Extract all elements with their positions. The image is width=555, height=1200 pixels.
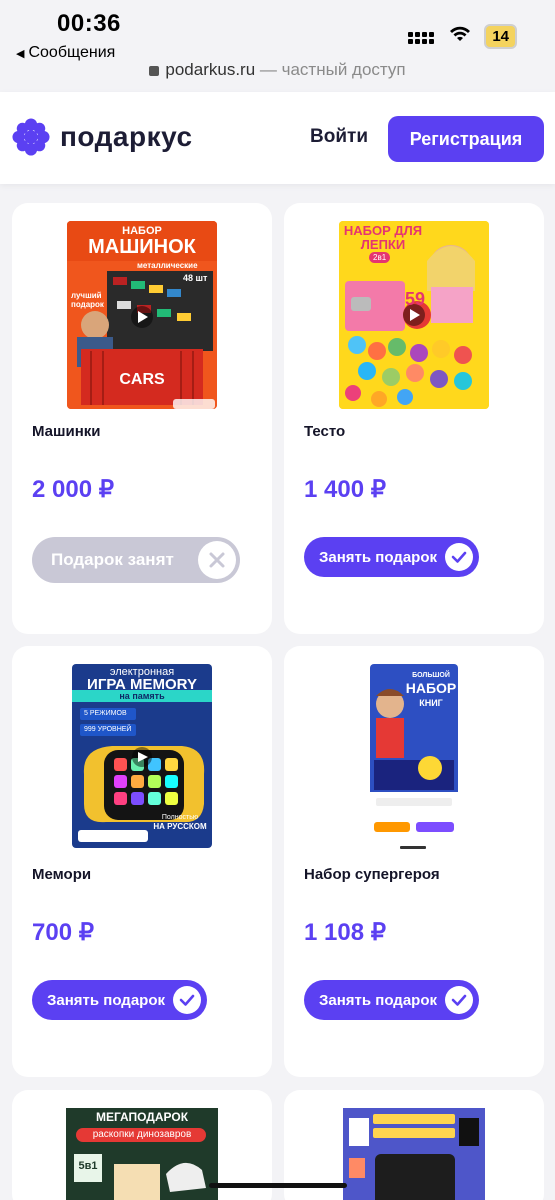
- product-title[interactable]: Тесто: [304, 423, 345, 440]
- product-image-printer[interactable]: [343, 1108, 485, 1200]
- product-image-dino[interactable]: МЕГАПОДАРОК раскопки динозавров 5в1: [66, 1108, 218, 1200]
- wifi-icon: [448, 25, 472, 48]
- photo-caption: CARS: [119, 371, 165, 388]
- logo-mark-icon: [12, 118, 50, 156]
- photo-caption: МЕГАПОДАРОК: [95, 1110, 189, 1124]
- product-price: 1 400 ₽: [304, 476, 386, 503]
- back-arrow-icon: ◀: [16, 47, 25, 60]
- url-suffix: — частный доступ: [255, 60, 406, 79]
- check-icon: [445, 543, 473, 571]
- photo-caption: КНИГ: [419, 698, 443, 708]
- photo-caption: металлические: [137, 261, 198, 270]
- gift-taken-button: Подарок занят: [32, 537, 240, 583]
- product-title[interactable]: Машинки: [32, 423, 101, 440]
- product-price: 1 108 ₽: [304, 919, 386, 946]
- home-indicator: [209, 1183, 347, 1188]
- product-image-dough[interactable]: НАБОР ДЛЯ ЛЕПКИ 2в1 59: [339, 221, 489, 409]
- product-card-superhero[interactable]: БОЛЬШОЙ НАБОР КНИГ Набор супергероя 1 10…: [284, 646, 544, 1077]
- product-title[interactable]: Набор супергероя: [304, 866, 440, 883]
- register-button[interactable]: Регистрация: [388, 116, 544, 162]
- photo-caption: 5в1: [78, 1160, 98, 1172]
- photo-caption: раскопки динозавров: [92, 1129, 192, 1140]
- take-gift-label: Занять подарок: [47, 991, 166, 1009]
- url-domain: podarkus.ru: [165, 60, 256, 79]
- battery-indicator: 14: [484, 24, 517, 49]
- photo-caption: БОЛЬШОЙ: [412, 672, 450, 679]
- product-card-dough[interactable]: НАБОР ДЛЯ ЛЕПКИ 2в1 59 Тесто 1 400 ₽ Зан…: [284, 203, 544, 634]
- product-price: 2 000 ₽: [32, 476, 114, 503]
- photo-caption: лучший подарок: [71, 291, 104, 309]
- login-button[interactable]: Войти: [310, 126, 368, 148]
- product-image-cars[interactable]: НАБОР МАШИНОК металлические 48 шт лучший…: [67, 221, 217, 409]
- take-gift-label: Занять подарок: [319, 991, 438, 1009]
- take-gift-button[interactable]: Занять подарок: [32, 980, 207, 1020]
- site-header: подаркус Войти Регистрация: [0, 92, 555, 184]
- product-price: 700 ₽: [32, 919, 94, 946]
- product-card-memory[interactable]: электронная ИГРА MEMORY на память 5 РЕЖИ…: [12, 646, 272, 1077]
- photo-caption: 5 РЕЖИМОВ: [84, 710, 127, 717]
- photo-caption: ЛЕПКИ: [360, 237, 406, 252]
- product-image-superhero[interactable]: БОЛЬШОЙ НАБОР КНИГ: [370, 664, 458, 854]
- logo-text: подаркус: [60, 121, 193, 152]
- photo-caption: 2в1: [369, 252, 391, 263]
- photo-caption: НАБОР: [405, 680, 457, 696]
- check-icon: [173, 986, 201, 1014]
- photo-caption: НАБОР ДЛЯ: [343, 223, 423, 238]
- check-icon: [445, 986, 473, 1014]
- photo-caption: 999 УРОВНЕЙ: [84, 726, 132, 733]
- take-gift-button[interactable]: Занять подарок: [304, 537, 479, 577]
- status-indicators: 14: [408, 24, 517, 49]
- close-icon: [198, 541, 236, 579]
- product-card-cars[interactable]: НАБОР МАШИНОК металлические 48 шт лучший…: [12, 203, 272, 634]
- gift-taken-label: Подарок занят: [51, 550, 174, 569]
- photo-caption: МАШИНОК: [88, 236, 196, 258]
- logo[interactable]: подаркус: [12, 118, 193, 156]
- photo-caption: 48 шт: [183, 273, 208, 283]
- photo-caption: на память: [119, 691, 165, 701]
- status-bar: 00:36 ◀ Сообщения 14 podarkus.ru — частн…: [0, 0, 555, 92]
- lock-icon: [149, 66, 160, 76]
- photo-caption: 59: [405, 289, 426, 309]
- product-title[interactable]: Мемори: [32, 866, 91, 883]
- photo-caption: НА РУССКОМ: [153, 822, 207, 831]
- take-gift-label: Занять подарок: [319, 548, 438, 566]
- address-bar[interactable]: podarkus.ru — частный доступ: [0, 60, 555, 80]
- product-image-memory[interactable]: электронная ИГРА MEMORY на память 5 РЕЖИ…: [72, 664, 212, 848]
- cellular-signal-icon: [408, 28, 436, 46]
- photo-caption: Полностью: [161, 814, 199, 821]
- take-gift-button[interactable]: Занять подарок: [304, 980, 479, 1020]
- status-time: 00:36: [57, 10, 121, 37]
